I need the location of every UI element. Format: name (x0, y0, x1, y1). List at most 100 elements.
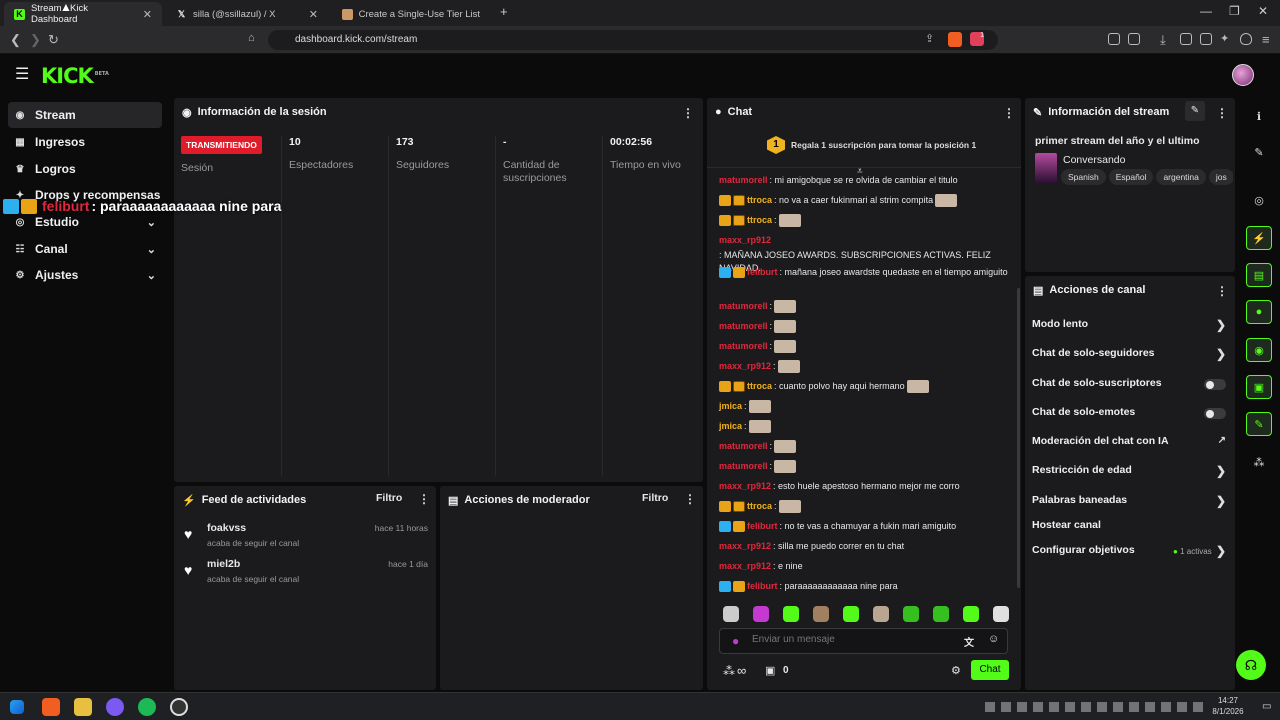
chat-username[interactable]: jmica (719, 400, 742, 413)
gift-icon[interactable]: ▣ (765, 664, 775, 677)
sidebar-item-ajustes[interactable]: ⚙ Ajustes ⌄ (8, 262, 162, 288)
chat-settings-icon[interactable]: ⚙ (951, 664, 961, 677)
kebab-menu-icon[interactable]: ⋮ (1216, 106, 1228, 120)
vpn-icon[interactable] (1240, 33, 1252, 45)
document-rail-icon[interactable]: ▤ (1246, 263, 1272, 287)
sidebar-item-stream[interactable]: ◉ Stream (8, 102, 162, 128)
forward-icon[interactable]: ❯ (30, 32, 41, 48)
sidebar-item-ingresos[interactable]: ▦ Ingresos (8, 129, 162, 155)
mod-rail-icon[interactable]: ▣ (1246, 375, 1272, 399)
chat-message-input[interactable] (752, 634, 952, 645)
kebab-menu-icon[interactable]: ⋮ (1003, 106, 1015, 120)
kebab-menu-icon[interactable]: ⋮ (1216, 284, 1228, 298)
chat-username[interactable]: maxx_rp912 (719, 480, 771, 493)
filter-button[interactable]: Filtro (376, 492, 402, 504)
emote-icon[interactable] (723, 606, 739, 622)
chat-username[interactable]: ttroca (747, 380, 772, 393)
bookmark-icon[interactable]: ⌂ (248, 32, 255, 44)
kebab-menu-icon[interactable]: ⋮ (418, 492, 430, 506)
menu-icon[interactable]: ≡ (1262, 32, 1270, 47)
restore-icon[interactable]: ❐ (1229, 4, 1240, 18)
feed-username[interactable]: miel2b (207, 558, 240, 570)
folder-taskbar-icon[interactable] (74, 698, 92, 716)
points-rail-icon[interactable]: ⁂ (1246, 450, 1272, 474)
chat-input-box[interactable]: ● 文 ☺ (719, 628, 1008, 654)
chat-username[interactable]: maxx_rp912 (719, 560, 771, 573)
notification-icon[interactable]: ▭ (1262, 701, 1271, 712)
close-tab-icon[interactable]: ✕ (309, 8, 318, 21)
sidebar-item-logros[interactable]: ♛ Logros (8, 156, 162, 182)
chat-username[interactable]: ttroca (747, 500, 772, 513)
discord-taskbar-icon[interactable] (106, 698, 124, 716)
brave-shield-icon[interactable] (948, 32, 962, 47)
close-window-icon[interactable]: ✕ (1258, 4, 1268, 18)
tag[interactable]: jos (1208, 169, 1233, 185)
emoji-icon[interactable]: ☺ (988, 633, 999, 645)
pencil-icon[interactable]: ✎ (1246, 140, 1272, 164)
chat-username[interactable]: ttroca (747, 194, 772, 207)
chat-username[interactable]: maxx_rp912 (719, 360, 771, 373)
sidebar-item-canal[interactable]: ☷ Canal ⌄ (8, 236, 162, 262)
chat-username[interactable]: maxx_rp912 (719, 234, 771, 247)
sidebar-toggle-icon[interactable] (1180, 33, 1192, 45)
tab-kick-dashboard[interactable]: K Stream - Kick Dashboard ✕ (4, 2, 162, 26)
chat-username[interactable]: matumorell (719, 320, 768, 333)
kick-logo[interactable]: KICK BETA (41, 64, 109, 88)
bolt-rail-icon[interactable]: ⚡ (1246, 226, 1272, 250)
emote-icon[interactable] (873, 606, 889, 622)
tab-x[interactable]: 𝕏 silla (@ssillazul) / X ✕ (166, 2, 328, 26)
chat-username[interactable]: matumorell (719, 460, 768, 473)
emote-icon[interactable] (993, 606, 1009, 622)
chat-username[interactable]: feliburt (747, 266, 778, 279)
translate-icon[interactable]: 文 (964, 634, 974, 649)
emote-icon[interactable] (963, 606, 979, 622)
chat-username[interactable]: ttroca (747, 214, 772, 227)
info-icon[interactable]: ℹ (1246, 104, 1272, 128)
user-avatar[interactable] (1232, 64, 1254, 86)
back-icon[interactable]: ❮ (10, 32, 21, 48)
wallet-icon[interactable] (1200, 33, 1212, 45)
new-tab-button[interactable]: + (500, 4, 508, 19)
points-icon[interactable]: ⁂ (723, 664, 735, 678)
emotes-only-toggle[interactable] (1204, 408, 1226, 419)
chat-username[interactable]: matumorell (719, 174, 768, 187)
chat-username[interactable]: matumorell (719, 300, 768, 313)
close-tab-icon[interactable]: ✕ (143, 8, 152, 21)
chat-username[interactable]: matumorell (719, 440, 768, 453)
url-field[interactable]: dashboard.kick.com/stream (268, 30, 998, 50)
feed-username[interactable]: foakvss (207, 522, 246, 534)
system-tray-icons[interactable] (985, 702, 1205, 712)
microphone-icon[interactable]: ● (732, 634, 739, 648)
kebab-menu-icon[interactable]: ⋮ (682, 106, 694, 120)
chat-username[interactable]: feliburt (747, 520, 778, 533)
brave-taskbar-icon[interactable] (42, 698, 60, 716)
emote-icon[interactable] (903, 606, 919, 622)
gift-leaderboard[interactable]: 1 Regala 1 suscripción para tomar la pos… (707, 128, 1021, 168)
tag[interactable]: argentina (1156, 169, 1206, 185)
chat-username[interactable]: matumorell (719, 340, 768, 353)
kebab-menu-icon[interactable]: ⋮ (684, 492, 696, 506)
action-banned-words[interactable]: Palabras baneadas ❯ (1032, 494, 1226, 510)
tab-tierlist[interactable]: Create a Single-Use Tier List (Private (332, 2, 492, 26)
obs-taskbar-icon[interactable] (170, 698, 188, 716)
subscribers-only-toggle[interactable] (1204, 379, 1226, 390)
action-host-channel[interactable]: Hostear canal (1032, 519, 1226, 535)
reload-icon[interactable]: ↻ (48, 32, 59, 48)
chat-scrollbar[interactable] (1017, 288, 1020, 588)
emote-icon[interactable] (933, 606, 949, 622)
leo-icon[interactable]: ✦ (1220, 32, 1229, 45)
download-icon[interactable]: ⤓ (1160, 32, 1166, 48)
focus-icon[interactable]: ◎ (1246, 188, 1272, 212)
minimize-icon[interactable]: — (1200, 4, 1212, 18)
action-followers-only[interactable]: Chat de solo-seguidores ❯ (1032, 347, 1226, 363)
emote-icon[interactable] (753, 606, 769, 622)
action-ai-moderation[interactable]: Moderación del chat con IA ↗ (1032, 435, 1226, 451)
spotify-taskbar-icon[interactable] (138, 698, 156, 716)
action-age-restriction[interactable]: Restricción de edad ❯ (1032, 464, 1226, 480)
tag[interactable]: Español (1108, 169, 1154, 185)
windows-start-icon[interactable] (10, 700, 24, 714)
chat-username[interactable]: jmica (719, 420, 742, 433)
broadcast-rail-icon[interactable]: ◉ (1246, 338, 1272, 362)
action-configure-goals[interactable]: Configurar objetivos ● 1 activas ❯ (1032, 544, 1226, 560)
chat-username[interactable]: maxx_rp912 (719, 540, 771, 553)
